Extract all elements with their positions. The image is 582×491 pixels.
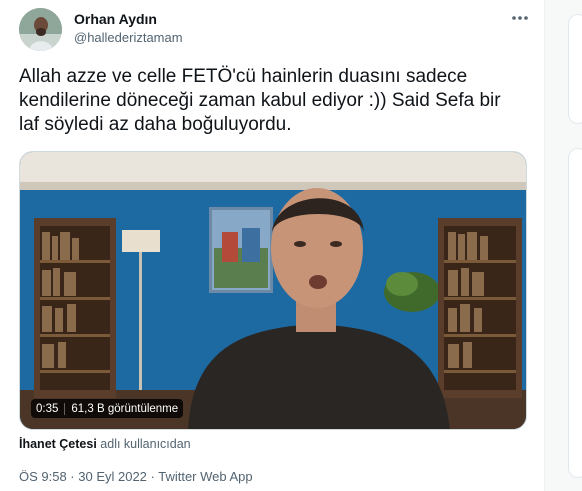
video-thumbnail (20, 152, 526, 429)
side-panel-card (568, 148, 582, 478)
user-handle[interactable]: @hallederiztamam (74, 30, 183, 45)
avatar[interactable] (19, 8, 62, 51)
video-info-badge: 0:35 61,3 B görüntülenme (31, 399, 184, 418)
video-views: 61,3 B görüntülenme (71, 402, 179, 415)
media-source: İhanet Çetesi adlı kullanıcıdan (19, 437, 191, 451)
tweet-text: Allah azze ve celle FETÖ'cü hainlerin du… (19, 66, 501, 135)
display-name[interactable]: Orhan Aydın (74, 11, 157, 27)
source-owner-link[interactable]: İhanet Çetesi (19, 437, 97, 451)
side-panel-card (568, 14, 582, 124)
video-player[interactable]: 0:35 61,3 B görüntülenme (19, 151, 527, 430)
source-suffix: adlı kullanıcıdan (96, 437, 191, 451)
video-duration: 0:35 (36, 402, 59, 415)
tweet-timestamp[interactable]: ÖS 9:58 · 30 Eyl 2022 · Twitter Web App (19, 469, 253, 484)
badge-divider (64, 402, 66, 415)
more-horizontal-icon[interactable] (508, 6, 532, 30)
tweet: Orhan Aydın @hallederiztamam Allah azze … (0, 0, 545, 491)
